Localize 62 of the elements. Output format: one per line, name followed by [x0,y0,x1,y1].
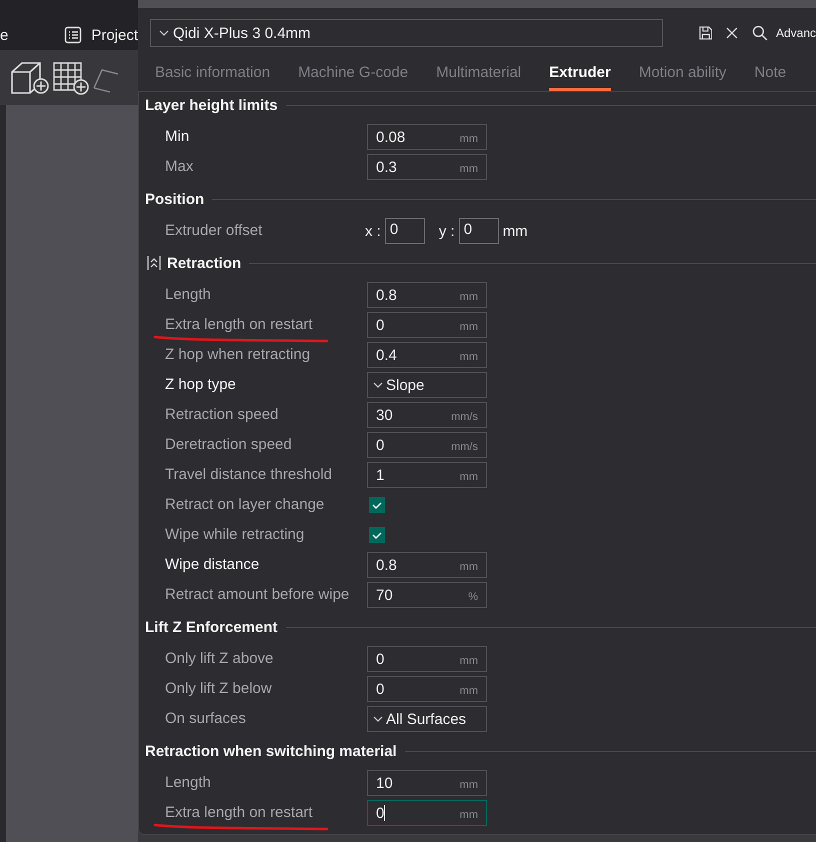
search-icon[interactable] [752,25,768,41]
setting-label: Wipe while retracting [165,526,304,543]
setting-label: Extra length on restart [165,804,313,821]
setting-label: Retraction speed [165,406,278,423]
collapse-icon[interactable] [147,255,161,271]
advanced-label[interactable]: Advanc [776,26,816,40]
setting-label: Wipe distance [165,556,260,573]
checkbox[interactable] [369,497,385,513]
unit-label: mm [502,222,528,240]
dropdown[interactable]: Slope [367,372,487,398]
cube-plus-icon[interactable] [10,60,50,96]
axis-label: x : [365,222,381,240]
setting-label: Only lift Z above [165,650,274,667]
input-field[interactable]: 0 [458,218,499,244]
project-tab[interactable]: Project [64,26,138,44]
input-field[interactable]: 0.08 mm [367,124,487,150]
setting-label: Travel distance threshold [165,466,332,483]
input-field[interactable]: 0 mm/s [367,432,487,458]
chevron-icon [373,382,383,388]
preset-dropdown[interactable]: Qidi X-Plus 3 0.4mm [150,19,663,47]
axis-label: y : [438,222,455,240]
setting-label: Deretraction speed [165,436,292,453]
setting-label: Extra length on restart [165,316,313,333]
setting-label: Min [165,128,190,145]
setting-label: Retract amount before wipe [165,586,350,603]
input-field[interactable]: 0 mm [367,312,487,338]
input-field[interactable]: 1 mm [367,462,487,488]
chevron-icon [373,716,383,722]
setting-label: Max [165,158,194,175]
setting-label: Extruder offset [165,222,262,239]
setting-label: Z hop type [165,376,236,393]
save-icon[interactable] [698,26,712,40]
setting-label: Z hop when retracting [165,346,310,363]
input-field[interactable]: 0.4 mm [367,342,487,368]
section-title: Retraction when switching material [145,742,397,760]
checkbox[interactable] [369,527,385,543]
input-field[interactable]: 0 mm [367,646,487,672]
close-icon[interactable] [726,27,738,39]
input-field[interactable]: 0 mm [367,676,487,702]
list-icon [64,26,82,44]
dropdown[interactable]: All Surfaces [367,706,487,732]
input-field[interactable]: 0.8 mm [367,552,487,578]
input-field[interactable]: 70 % [367,582,487,608]
setting-label: On surfaces [165,710,246,727]
input-field[interactable]: 0 mm [367,800,487,826]
section-title: Lift Z Enforcement [145,618,278,636]
section-title: Position [145,190,204,208]
setting-label: Retract on layer change [165,496,324,513]
setting-label: Only lift Z below [165,680,272,697]
menu-label[interactable]: e [0,26,64,44]
input-field[interactable]: 0 [384,218,425,244]
tab[interactable]: Extruder [549,62,611,91]
section-title: Retraction [167,254,242,272]
setting-label: Length [165,774,211,791]
chevron-icon [159,30,169,36]
input-field[interactable]: 0.3 mm [367,154,487,180]
input-field[interactable]: 0.8 mm [367,282,487,308]
input-field[interactable]: 30 mm/s [367,402,487,428]
section-title: Layer height limits [145,96,278,114]
input-field[interactable]: 10 mm [367,770,487,796]
grid-plus-icon[interactable] [52,60,90,96]
setting-label: Length [165,286,211,303]
